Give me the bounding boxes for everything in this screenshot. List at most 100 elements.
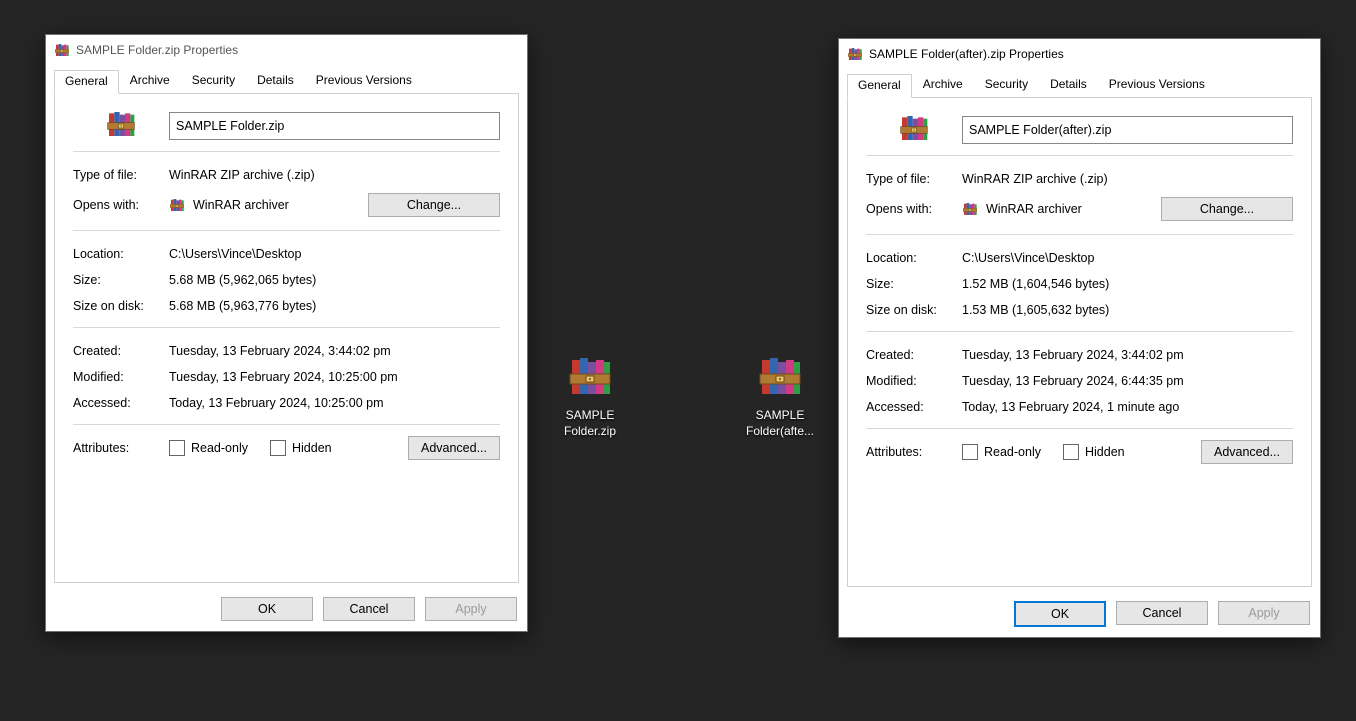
- tab-archive[interactable]: Archive: [912, 73, 974, 97]
- titlebar[interactable]: SAMPLE Folder.zip Properties: [46, 35, 527, 65]
- apply-button[interactable]: Apply: [1218, 601, 1310, 625]
- titlebar[interactable]: SAMPLE Folder(after).zip Properties: [839, 39, 1320, 69]
- change-button[interactable]: Change...: [1161, 197, 1293, 221]
- divider: [866, 331, 1293, 332]
- tab-security[interactable]: Security: [181, 69, 246, 93]
- label-created: Created:: [866, 348, 962, 362]
- dialog-footer: OK Cancel Apply: [46, 591, 527, 631]
- tabstrip: General Archive Security Details Previou…: [839, 69, 1320, 97]
- label-type-of-file: Type of file:: [866, 172, 962, 186]
- tab-details[interactable]: Details: [246, 69, 305, 93]
- advanced-button[interactable]: Advanced...: [408, 436, 500, 460]
- value-type-of-file: WinRAR ZIP archive (.zip): [962, 172, 1108, 186]
- label-accessed: Accessed:: [866, 400, 962, 414]
- tab-body: Type of file: WinRAR ZIP archive (.zip) …: [54, 93, 519, 583]
- tab-general[interactable]: General: [847, 74, 912, 98]
- label-size: Size:: [73, 273, 169, 287]
- value-opens-with: WinRAR archiver: [986, 202, 1161, 216]
- label-attributes: Attributes:: [73, 441, 169, 455]
- cancel-button[interactable]: Cancel: [323, 597, 415, 621]
- tab-body: Type of file: WinRAR ZIP archive (.zip) …: [847, 97, 1312, 587]
- label-opens-with: Opens with:: [866, 202, 962, 216]
- filename-input[interactable]: [962, 116, 1293, 144]
- label-location: Location:: [73, 247, 169, 261]
- label-opens-with: Opens with:: [73, 198, 169, 212]
- ok-button[interactable]: OK: [1014, 601, 1106, 627]
- label-location: Location:: [866, 251, 962, 265]
- value-created: Tuesday, 13 February 2024, 3:44:02 pm: [169, 344, 391, 358]
- value-location: C:\Users\Vince\Desktop: [169, 247, 301, 261]
- window-title: SAMPLE Folder.zip Properties: [76, 43, 479, 57]
- value-size: 1.52 MB (1,604,546 bytes): [962, 277, 1109, 291]
- checkbox-readonly[interactable]: Read-only: [962, 444, 1041, 460]
- checkbox-label: Hidden: [1085, 445, 1125, 459]
- winrar-icon: [962, 201, 978, 217]
- label-type-of-file: Type of file:: [73, 168, 169, 182]
- value-size: 5.68 MB (5,962,065 bytes): [169, 273, 316, 287]
- tabstrip: General Archive Security Details Previou…: [46, 65, 527, 93]
- label-size-on-disk: Size on disk:: [866, 303, 962, 317]
- label-attributes: Attributes:: [866, 445, 962, 459]
- winrar-icon: [105, 108, 137, 140]
- winrar-icon: [566, 352, 614, 400]
- checkbox-label: Hidden: [292, 441, 332, 455]
- tab-previous-versions[interactable]: Previous Versions: [305, 69, 423, 93]
- desktop-file-icon[interactable]: SAMPLE Folder(afte...: [742, 352, 818, 439]
- value-accessed: Today, 13 February 2024, 10:25:00 pm: [169, 396, 384, 410]
- ok-button[interactable]: OK: [221, 597, 313, 621]
- checkbox-box: [169, 440, 185, 456]
- checkbox-hidden[interactable]: Hidden: [270, 440, 332, 456]
- file-icon-cell: [73, 108, 169, 143]
- divider: [73, 424, 500, 425]
- file-icon-cell: [866, 112, 962, 147]
- dialog-footer: OK Cancel Apply: [839, 595, 1320, 637]
- divider: [73, 230, 500, 231]
- value-location: C:\Users\Vince\Desktop: [962, 251, 1094, 265]
- properties-dialog: SAMPLE Folder(after).zip Properties Gene…: [838, 38, 1321, 638]
- checkbox-box: [962, 444, 978, 460]
- cancel-button[interactable]: Cancel: [1116, 601, 1208, 625]
- apply-button[interactable]: Apply: [425, 597, 517, 621]
- winrar-icon: [847, 46, 863, 62]
- checkbox-label: Read-only: [191, 441, 248, 455]
- close-icon: [496, 45, 506, 55]
- value-opens-with: WinRAR archiver: [193, 198, 368, 212]
- tab-security[interactable]: Security: [974, 73, 1039, 97]
- divider: [866, 234, 1293, 235]
- label-modified: Modified:: [866, 374, 962, 388]
- winrar-icon: [898, 112, 930, 144]
- label-size: Size:: [866, 277, 962, 291]
- divider: [866, 428, 1293, 429]
- checkbox-hidden[interactable]: Hidden: [1063, 444, 1125, 460]
- label-accessed: Accessed:: [73, 396, 169, 410]
- tab-general[interactable]: General: [54, 70, 119, 94]
- change-button[interactable]: Change...: [368, 193, 500, 217]
- desktop-file-icon[interactable]: SAMPLE Folder.zip: [552, 352, 628, 439]
- tab-details[interactable]: Details: [1039, 73, 1098, 97]
- value-created: Tuesday, 13 February 2024, 3:44:02 pm: [962, 348, 1184, 362]
- advanced-button[interactable]: Advanced...: [1201, 440, 1293, 464]
- checkbox-box: [1063, 444, 1079, 460]
- tab-previous-versions[interactable]: Previous Versions: [1098, 73, 1216, 97]
- value-size-on-disk: 1.53 MB (1,605,632 bytes): [962, 303, 1109, 317]
- checkbox-readonly[interactable]: Read-only: [169, 440, 248, 456]
- value-accessed: Today, 13 February 2024, 1 minute ago: [962, 400, 1179, 414]
- close-icon: [1289, 49, 1299, 59]
- value-size-on-disk: 5.68 MB (5,963,776 bytes): [169, 299, 316, 313]
- winrar-icon: [756, 352, 804, 400]
- filename-input[interactable]: [169, 112, 500, 140]
- label-modified: Modified:: [73, 370, 169, 384]
- window-title: SAMPLE Folder(after).zip Properties: [869, 47, 1272, 61]
- checkbox-label: Read-only: [984, 445, 1041, 459]
- divider: [73, 327, 500, 328]
- value-modified: Tuesday, 13 February 2024, 10:25:00 pm: [169, 370, 398, 384]
- properties-dialog: SAMPLE Folder.zip Properties General Arc…: [45, 34, 528, 632]
- checkbox-box: [270, 440, 286, 456]
- tab-archive[interactable]: Archive: [119, 69, 181, 93]
- close-button[interactable]: [479, 36, 523, 64]
- close-button[interactable]: [1272, 40, 1316, 68]
- winrar-icon: [169, 197, 185, 213]
- winrar-icon: [54, 42, 70, 58]
- value-modified: Tuesday, 13 February 2024, 6:44:35 pm: [962, 374, 1184, 388]
- desktop-file-label: SAMPLE Folder.zip: [552, 407, 628, 439]
